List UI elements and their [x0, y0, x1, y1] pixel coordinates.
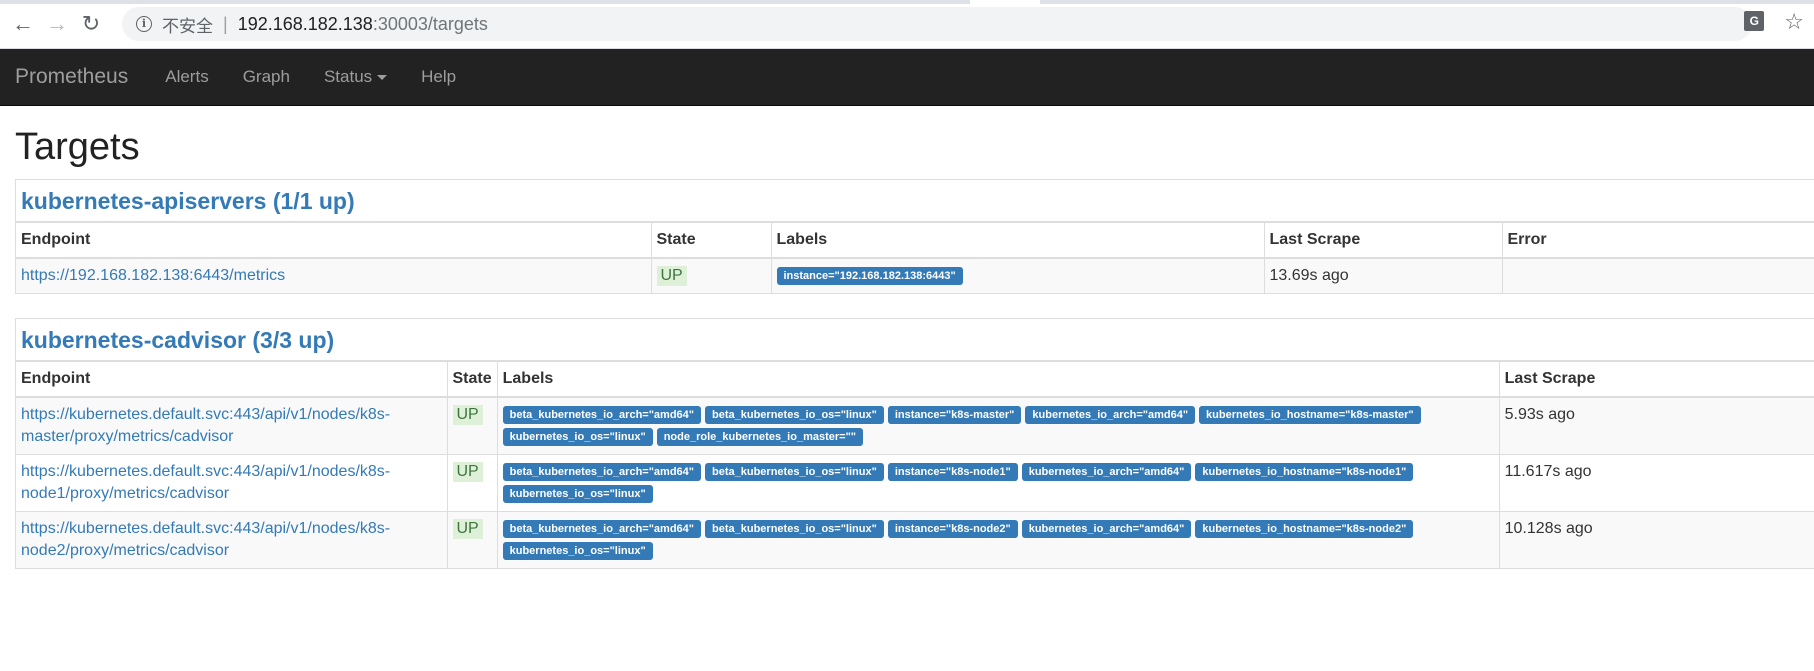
state-badge: UP — [452, 405, 483, 425]
label-badge: kubernetes_io_os="linux" — [502, 428, 653, 446]
job-title[interactable]: kubernetes-cadvisor (3/3 up) — [16, 319, 1814, 360]
label-badge: beta_kubernetes_io_arch="amd64" — [502, 520, 702, 538]
col-error: Error — [1501, 221, 1814, 259]
label-badge: kubernetes_io_hostname="k8s-master" — [1199, 406, 1421, 424]
label-badge: kubernetes_io_hostname="k8s-node1" — [1195, 463, 1414, 481]
back-icon[interactable]: ← — [6, 7, 40, 41]
reload-icon[interactable]: ↻ — [74, 7, 108, 41]
table-row: https://192.168.182.138:6443/metrics UP … — [16, 257, 1814, 293]
top-navbar: Prometheus Alerts Graph Status Help — [0, 49, 1814, 106]
label-badge: kubernetes_io_arch="amd64" — [1021, 463, 1192, 481]
job-section-apiservers: kubernetes-apiservers (1/1 up) Endpoint … — [15, 179, 1814, 294]
state-badge: UP — [656, 266, 687, 286]
endpoint-link[interactable]: https://kubernetes.default.svc:443/api/v… — [21, 406, 390, 445]
url-host: 192.168.182.138 — [237, 13, 373, 34]
state-badge: UP — [452, 519, 483, 539]
label-badge: instance="k8s-node1" — [887, 463, 1018, 481]
nav-help[interactable]: Help — [404, 67, 473, 87]
col-labels: Labels — [770, 221, 1264, 259]
page-title: Targets — [15, 126, 140, 168]
endpoint-link[interactable]: https://kubernetes.default.svc:443/api/v… — [21, 520, 390, 559]
col-endpoint: Endpoint — [16, 360, 447, 398]
job-section-cadvisor: kubernetes-cadvisor (3/3 up) Endpoint St… — [15, 318, 1814, 569]
label-badge: beta_kubernetes_io_os="linux" — [705, 406, 884, 424]
label-badge: instance="192.168.182.138:6443" — [776, 267, 963, 285]
col-state: State — [446, 360, 498, 398]
col-state: State — [650, 221, 771, 259]
browser-toolbar: ← → ↻ i 不安全 | 192.168.182.138:30003/targ… — [0, 0, 1814, 49]
url-separator: | — [223, 13, 228, 34]
forward-icon[interactable]: → — [40, 7, 74, 41]
main-container: Targets kubernetes-apiservers (1/1 up) E… — [0, 126, 1814, 569]
label-badge: kubernetes_io_os="linux" — [502, 485, 653, 503]
last-scrape: 10.128s ago — [1498, 511, 1814, 568]
brand-logo[interactable]: Prometheus — [15, 65, 128, 89]
last-scrape: 13.69s ago — [1263, 257, 1502, 293]
table-row: https://kubernetes.default.svc:443/api/v… — [16, 396, 1814, 455]
url-path: :30003/targets — [372, 13, 488, 34]
address-bar[interactable]: i 不安全 | 192.168.182.138:30003/targets — [122, 7, 1752, 41]
state-badge: UP — [452, 462, 483, 482]
tab-strip — [0, 0, 1814, 4]
label-badge: beta_kubernetes_io_arch="amd64" — [502, 463, 702, 481]
star-icon[interactable]: ☆ — [1784, 11, 1804, 33]
last-scrape: 5.93s ago — [1498, 396, 1814, 455]
nav-alerts[interactable]: Alerts — [148, 67, 225, 87]
label-badge: instance="k8s-node2" — [887, 520, 1018, 538]
col-last-scrape: Last Scrape — [1263, 221, 1502, 259]
error-cell — [1501, 257, 1814, 293]
label-badge: kubernetes_io_os="linux" — [502, 542, 653, 560]
nav-status-label: Status — [323, 67, 373, 86]
job-title[interactable]: kubernetes-apiservers (1/1 up) — [16, 180, 1814, 221]
targets-table: Endpoint State Labels Last Scrape https:… — [16, 360, 1814, 568]
label-badge: beta_kubernetes_io_os="linux" — [705, 520, 884, 538]
col-labels: Labels — [496, 360, 1500, 398]
translate-icon[interactable]: G — [1744, 11, 1765, 31]
caret-down-icon — [377, 75, 388, 81]
col-endpoint: Endpoint — [16, 221, 651, 259]
table-row: https://kubernetes.default.svc:443/api/v… — [16, 454, 1814, 512]
insecure-label: 不安全 — [162, 16, 213, 36]
table-row: https://kubernetes.default.svc:443/api/v… — [16, 511, 1814, 568]
label-badge: kubernetes_io_arch="amd64" — [1025, 406, 1196, 424]
label-badge: node_role_kubernetes_io_master="" — [656, 428, 864, 446]
label-badge: beta_kubernetes_io_arch="amd64" — [502, 406, 702, 424]
label-badge: kubernetes_io_hostname="k8s-node2" — [1195, 520, 1414, 538]
endpoint-link[interactable]: https://192.168.182.138:6443/metrics — [21, 267, 285, 284]
endpoint-link[interactable]: https://kubernetes.default.svc:443/api/v… — [21, 463, 390, 502]
label-badge: instance="k8s-master" — [887, 406, 1022, 424]
nav-status-dropdown[interactable]: Status — [307, 67, 404, 87]
targets-table: Endpoint State Labels Last Scrape Error … — [16, 221, 1814, 293]
nav-graph[interactable]: Graph — [226, 67, 307, 87]
col-last-scrape: Last Scrape — [1498, 360, 1814, 398]
info-icon[interactable]: i — [136, 16, 152, 32]
label-badge: beta_kubernetes_io_os="linux" — [705, 463, 884, 481]
last-scrape: 11.617s ago — [1498, 454, 1814, 512]
label-badge: kubernetes_io_arch="amd64" — [1021, 520, 1192, 538]
